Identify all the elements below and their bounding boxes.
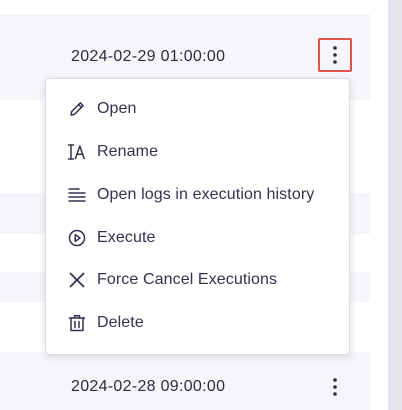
menu-item-label: Rename [97,143,159,160]
menu-item-execute[interactable]: Execute [46,218,349,258]
vertical-dots-icon [333,378,337,396]
menu-item-label: Open logs in execution history [97,186,315,203]
play-circle-icon [67,228,87,248]
lines-icon [67,185,87,205]
row-datetime: 2024-02-29 01:00:00 [71,48,226,65]
rename-text-icon [67,142,87,162]
menu-item-open[interactable]: Open [46,89,349,129]
row-context-menu: Open Rename Open logs in execution histo… [45,78,350,355]
row-actions-button[interactable] [318,370,352,404]
menu-item-open-logs[interactable]: Open logs in execution history [46,175,349,215]
menu-item-delete[interactable]: Delete [46,303,349,343]
close-icon [67,270,87,290]
menu-item-label: Force Cancel Executions [97,271,278,288]
scrollbar-track[interactable] [370,0,388,410]
menu-item-label: Execute [97,229,156,246]
menu-item-label: Delete [97,314,144,331]
row-actions-button[interactable] [318,38,352,72]
scrollbar-gutter[interactable] [388,0,402,410]
menu-item-rename[interactable]: Rename [46,132,349,172]
row-datetime: 2024-02-28 09:00:00 [71,378,226,395]
menu-item-force-cancel[interactable]: Force Cancel Executions [46,260,349,300]
table-row[interactable]: 2024-02-28 09:00:00 [0,352,370,410]
pencil-icon [67,99,87,119]
trash-icon [67,313,87,333]
vertical-dots-icon [333,46,337,64]
menu-item-label: Open [97,100,137,117]
